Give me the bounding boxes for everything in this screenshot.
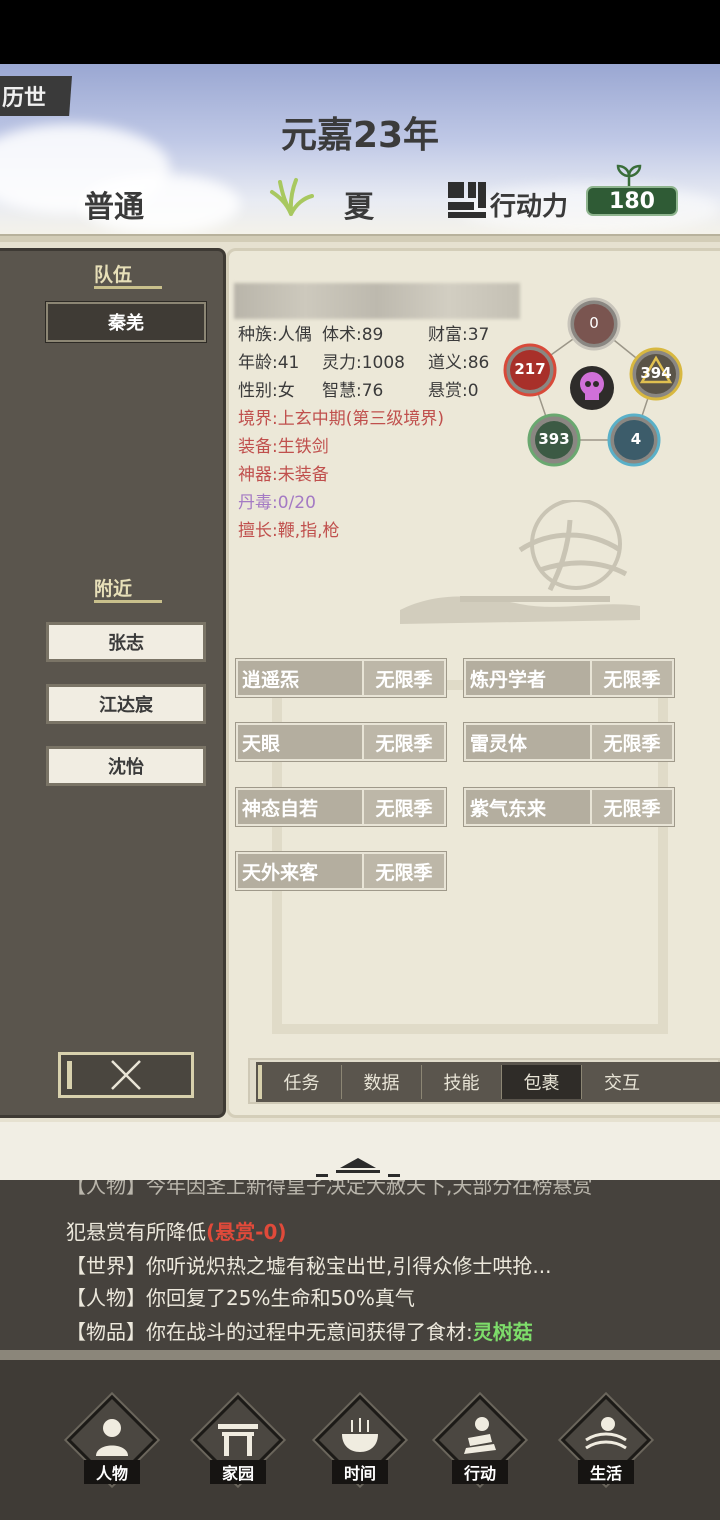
trait-duration: 无限季 — [603, 668, 661, 691]
tab-bar: 任务 数据 技能 包裹 交互 — [256, 1062, 720, 1102]
log-line: 【世界】你听说炽热之墟有秘宝出世,引得众修士哄抢... — [66, 1254, 552, 1278]
nearby-person-button[interactable]: 沈怡 — [46, 746, 206, 786]
trait-name: 紫气东来 — [466, 790, 592, 824]
stat-realm: 境界:上玄中期(第三级境界) — [238, 409, 444, 429]
trait-duration: 无限季 — [603, 797, 661, 820]
element-fire-value: 217 — [514, 360, 546, 378]
trait-duration: 无限季 — [375, 861, 433, 884]
nav-character[interactable]: 人物 — [66, 1394, 158, 1486]
stat-artifact[interactable]: 神器:未装备 — [238, 460, 329, 485]
stat-expertise: 擅长:鞭,指,枪 — [238, 521, 340, 541]
trait-item[interactable]: 逍遥炁 无限季 — [235, 658, 447, 698]
sprout-icon — [616, 164, 642, 188]
action-points-label: 行动力 — [490, 192, 569, 222]
nav-time[interactable]: 时间 — [314, 1394, 406, 1486]
tab-skills[interactable]: 技能 — [422, 1065, 502, 1099]
expand-up-icon[interactable] — [316, 1156, 400, 1178]
tab-interact[interactable]: 交互 — [582, 1065, 662, 1099]
stat-spirit: 灵力:1008 — [322, 353, 405, 373]
element-metal-value: 0 — [589, 314, 599, 332]
tab-inventory[interactable]: 包裹 — [502, 1065, 582, 1099]
trait-name: 天外来客 — [238, 854, 364, 888]
tab-tasks[interactable]: 任务 — [262, 1065, 342, 1099]
nav-action[interactable]: 行动 — [434, 1394, 526, 1486]
nearby-person-button[interactable]: 张志 — [46, 622, 206, 662]
gate-icon — [218, 1424, 258, 1456]
action-points-value: 180 — [586, 186, 678, 216]
trait-item[interactable]: 神态自若 无限季 — [235, 787, 447, 827]
trait-item[interactable]: 紫气东来 无限季 — [463, 787, 675, 827]
stat-bounty: 悬赏:0 — [428, 381, 479, 401]
trait-item[interactable]: 天眼 无限季 — [235, 722, 447, 762]
nearby-person-button[interactable]: 江达宸 — [46, 684, 206, 724]
stat-age: 年龄:41 — [238, 353, 300, 373]
person-icon — [96, 1419, 128, 1456]
element-earth-value: 394 — [640, 364, 672, 382]
team-member-button[interactable]: 秦羌 — [45, 301, 207, 343]
trait-name: 炼丹学者 — [466, 661, 592, 695]
grass-icon — [270, 178, 314, 216]
stat-wealth: 财富:37 — [428, 325, 490, 345]
close-icon — [111, 1060, 141, 1090]
log-line: 【人物】今年因圣上新得皇子决定大赦天下,天部分在榜悬赏 — [66, 1180, 593, 1198]
trait-name: 神态自若 — [238, 790, 364, 824]
season-label: 夏 — [344, 190, 374, 225]
meditating-person-icon — [464, 1417, 496, 1454]
incense-burner-icon — [342, 1418, 378, 1452]
difficulty-label: 普通 — [84, 190, 144, 225]
trait-name: 雷灵体 — [466, 725, 592, 759]
stat-morality: 道义:86 — [428, 353, 490, 373]
stat-pill-poison: 丹毒:0/20 — [238, 493, 316, 513]
trait-duration: 无限季 — [375, 797, 433, 820]
trait-duration: 无限季 — [603, 732, 661, 755]
stat-physique: 体术:89 — [322, 325, 384, 345]
nearby-title-underline — [94, 600, 162, 603]
trait-duration: 无限季 — [375, 732, 433, 755]
nav-home[interactable]: 家园 — [192, 1394, 284, 1486]
trait-name: 天眼 — [238, 725, 364, 759]
stat-race: 种族:人偶 — [238, 325, 312, 345]
landscape-sun-icon — [585, 1417, 627, 1450]
trait-item[interactable]: 雷灵体 无限季 — [463, 722, 675, 762]
stat-gender: 性别:女 — [238, 381, 295, 401]
log-line: 犯悬赏有所降低(悬赏-0) — [66, 1220, 287, 1244]
header: 历世 元嘉23年 普通 夏 行动力 180 — [0, 64, 720, 234]
log-line: 【人物】你回复了25%生命和50%真气 — [66, 1286, 415, 1310]
status-bar — [0, 0, 720, 64]
element-wood-value: 393 — [538, 430, 570, 448]
action-points-icon — [448, 182, 486, 218]
stat-equipment[interactable]: 装备:生铁剑 — [238, 432, 329, 457]
element-water-value: 4 — [630, 430, 642, 448]
event-log[interactable]: 【人物】今年因圣上新得皇子决定大赦天下,天部分在榜悬赏 犯悬赏有所降低(悬赏-0… — [0, 1180, 720, 1350]
pine-moon-ornament — [400, 500, 640, 624]
left-panel — [0, 248, 226, 1118]
close-button[interactable] — [58, 1052, 194, 1098]
year-title: 元嘉23年 — [280, 115, 440, 156]
nav-life[interactable]: 生活 — [560, 1394, 652, 1486]
tab-data[interactable]: 数据 — [342, 1065, 422, 1099]
header-divider — [0, 234, 720, 242]
log-line: 【物品】你在战斗的过程中无意间获得了食材:灵树菇 — [66, 1320, 533, 1344]
trait-item[interactable]: 炼丹学者 无限季 — [463, 658, 675, 698]
trait-duration: 无限季 — [375, 668, 433, 691]
trait-name: 逍遥炁 — [238, 661, 364, 695]
team-title-underline — [94, 286, 162, 289]
stat-wisdom: 智慧:76 — [322, 381, 384, 401]
team-title: 队伍 — [93, 264, 132, 286]
character-name-redacted — [234, 283, 520, 319]
log-bottom-border — [0, 1350, 720, 1360]
trait-item[interactable]: 天外来客 无限季 — [235, 851, 447, 891]
nearby-title: 附近 — [93, 578, 132, 600]
